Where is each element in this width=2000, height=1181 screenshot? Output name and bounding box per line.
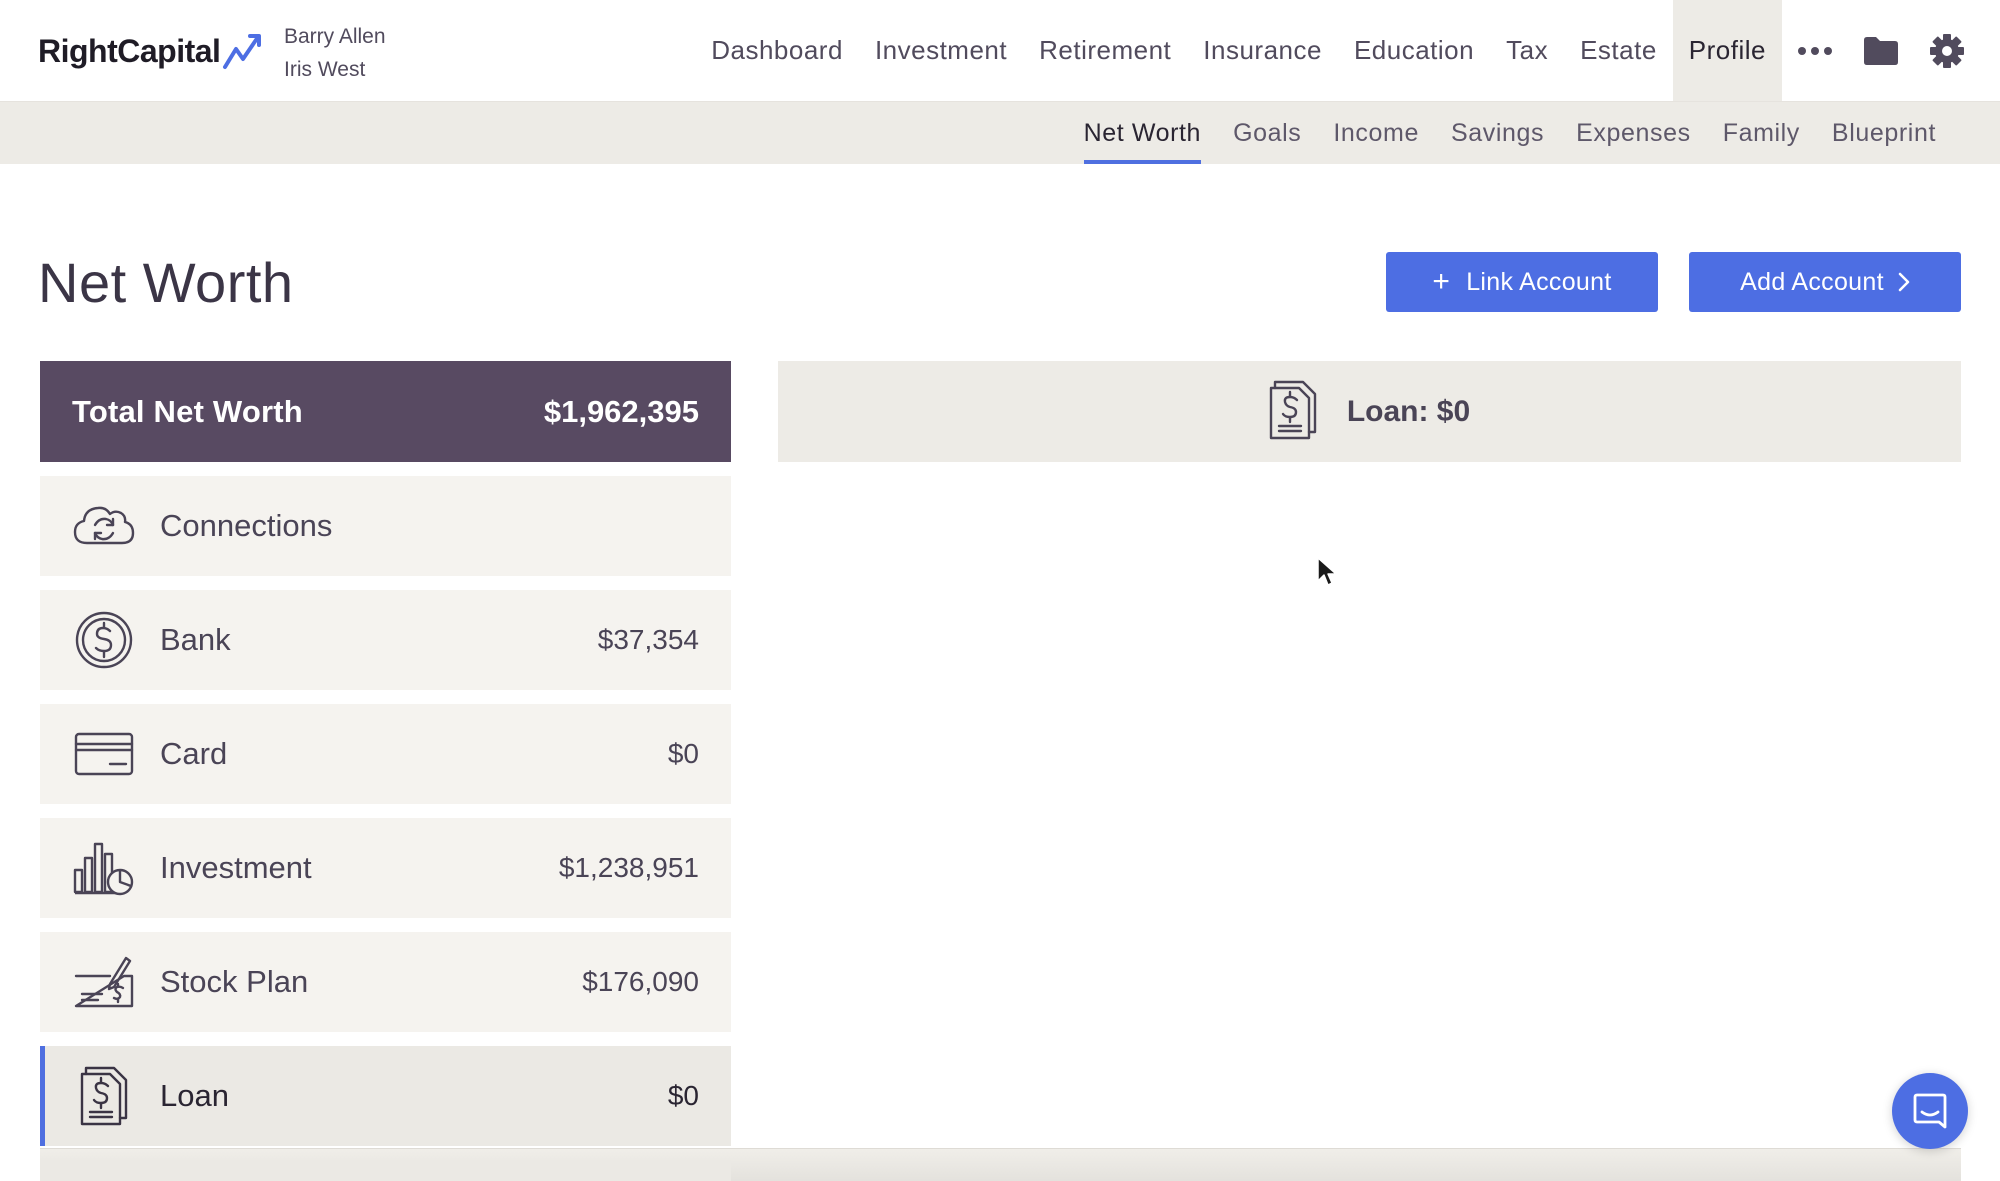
add-account-button[interactable]: Add Account <box>1689 252 1961 312</box>
subnav-savings[interactable]: Savings <box>1435 102 1560 164</box>
account-name-bank: Bank <box>160 622 231 657</box>
nav-dashboard[interactable]: Dashboard <box>695 0 859 101</box>
account-value-bank: $37,354 <box>597 624 699 655</box>
top-header: RightCapital Barry Allen Iris West Dashb… <box>0 0 2000 102</box>
account-name-loan: Loan <box>160 1078 229 1113</box>
gear-icon[interactable] <box>1914 0 1980 101</box>
client-name-primary: Barry Allen <box>284 25 386 48</box>
more-icon[interactable] <box>1782 0 1848 101</box>
subnav-net-worth[interactable]: Net Worth <box>1068 102 1217 164</box>
add-account-label: Add Account <box>1740 267 1884 296</box>
subnav-family[interactable]: Family <box>1707 102 1816 164</box>
subnav-goals[interactable]: Goals <box>1217 102 1317 164</box>
logo[interactable]: RightCapital <box>38 28 266 74</box>
subnav-income[interactable]: Income <box>1317 102 1435 164</box>
nav-investment[interactable]: Investment <box>859 0 1023 101</box>
account-name-investment: Investment <box>160 850 312 885</box>
account-value-loan: $0 <box>667 1080 699 1111</box>
account-value-investment: $1,238,951 <box>558 852 699 883</box>
nav-insurance[interactable]: Insurance <box>1187 0 1338 101</box>
loan-document-icon <box>72 1064 136 1128</box>
account-row-stock-plan[interactable]: Stock Plan $176,090 <box>40 932 731 1032</box>
nav-tax[interactable]: Tax <box>1490 0 1564 101</box>
account-row-partial[interactable] <box>40 1160 731 1181</box>
total-net-worth-label: Total Net Worth <box>72 393 303 429</box>
account-name-card: Card <box>160 736 228 771</box>
cloud-sync-icon <box>72 494 136 558</box>
account-row-investment[interactable]: Investment $1,238,951 <box>40 818 731 918</box>
mouse-cursor-icon <box>1317 557 1337 586</box>
plus-icon: + <box>1432 265 1451 298</box>
logo-arrow-icon <box>223 34 262 69</box>
subnav-expenses[interactable]: Expenses <box>1560 102 1707 164</box>
chat-launcher-button[interactable] <box>1892 1073 1968 1149</box>
account-row-loan[interactable]: Loan $0 <box>40 1046 731 1146</box>
loan-document-icon <box>1269 380 1325 444</box>
nav-retirement[interactable]: Retirement <box>1023 0 1187 101</box>
account-name-stock-plan: Stock Plan <box>160 964 309 999</box>
investment-chart-icon <box>72 836 136 900</box>
loan-detail-header: Loan: $0 <box>778 361 1961 462</box>
nav-profile[interactable]: Profile <box>1672 0 1782 101</box>
loan-detail-title: Loan: $0 <box>1346 394 1471 428</box>
stock-plan-icon <box>72 950 136 1014</box>
nav-education[interactable]: Education <box>1338 0 1490 101</box>
folder-icon[interactable] <box>1848 0 1914 101</box>
account-value-stock-plan: $176,090 <box>582 966 699 997</box>
top-nav: Dashboard Investment Retirement Insuranc… <box>695 0 2000 101</box>
account-value-card: $0 <box>667 738 699 769</box>
nav-estate[interactable]: Estate <box>1564 0 1673 101</box>
logo-text: RightCapital <box>38 32 221 69</box>
link-account-label: Link Account <box>1466 267 1612 296</box>
subnav-blueprint[interactable]: Blueprint <box>1816 102 1952 164</box>
total-net-worth-card[interactable]: Total Net Worth $1,962,395 <box>40 361 731 462</box>
dollar-coin-icon <box>72 608 136 672</box>
chevron-right-icon <box>1898 272 1910 292</box>
link-account-button[interactable]: + Link Account <box>1386 252 1658 312</box>
client-names[interactable]: Barry Allen Iris West <box>284 20 386 86</box>
account-category-list: Connections Bank $37,354 Card $0 Investm… <box>40 476 731 1160</box>
client-name-spouse: Iris West <box>284 58 366 81</box>
account-row-card[interactable]: Card $0 <box>40 704 731 804</box>
account-name-connections: Connections <box>160 508 333 543</box>
account-row-connections[interactable]: Connections <box>40 476 731 576</box>
credit-card-icon <box>72 722 136 786</box>
chat-icon <box>1913 1093 1947 1129</box>
account-row-bank[interactable]: Bank $37,354 <box>40 590 731 690</box>
sub-nav: Net Worth Goals Income Savings Expenses … <box>0 102 2000 164</box>
page-title: Net Worth <box>38 251 294 314</box>
total-net-worth-value: $1,962,395 <box>543 393 699 429</box>
